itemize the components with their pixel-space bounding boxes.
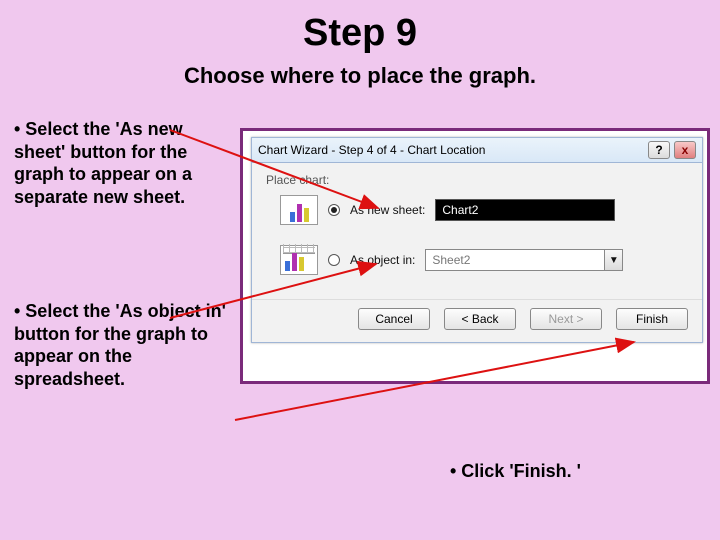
dialog-titlebar: Chart Wizard - Step 4 of 4 - Chart Locat… xyxy=(252,138,702,163)
chart-icon xyxy=(280,195,318,225)
back-button[interactable]: < Back xyxy=(444,308,516,330)
section-label: Place chart: xyxy=(266,173,688,187)
screenshot-frame: Chart Wizard - Step 4 of 4 - Chart Locat… xyxy=(240,128,710,384)
sheet-icon xyxy=(280,245,318,275)
instruction-finish: • Click 'Finish. ' xyxy=(450,460,581,483)
dialog-footer: Cancel < Back Next > Finish xyxy=(252,299,702,342)
cancel-button[interactable]: Cancel xyxy=(358,308,430,330)
instruction-object-in: • Select the 'As object in' button for t… xyxy=(14,300,244,390)
finish-button[interactable]: Finish xyxy=(616,308,688,330)
dialog-body: Place chart: As new sheet: As object in xyxy=(252,163,702,299)
help-icon[interactable]: ? xyxy=(648,141,670,159)
option-row-object-in: As object in: Sheet2 ▼ xyxy=(280,245,688,275)
slide-subtitle: Choose where to place the graph. xyxy=(0,63,720,89)
chevron-down-icon: ▼ xyxy=(604,250,622,270)
next-button: Next > xyxy=(530,308,602,330)
radio-object-in-label: As object in: xyxy=(350,253,415,267)
object-in-select[interactable]: Sheet2 ▼ xyxy=(425,249,623,271)
chart-wizard-dialog: Chart Wizard - Step 4 of 4 - Chart Locat… xyxy=(251,137,703,343)
radio-new-sheet-label: As new sheet: xyxy=(350,203,425,217)
option-row-new-sheet: As new sheet: xyxy=(280,195,688,225)
instruction-new-sheet: • Select the 'As new sheet' button for t… xyxy=(14,118,224,208)
radio-new-sheet[interactable] xyxy=(328,204,340,216)
object-in-value: Sheet2 xyxy=(426,251,604,269)
close-icon[interactable]: x xyxy=(674,141,696,159)
radio-object-in[interactable] xyxy=(328,254,340,266)
new-sheet-name-input[interactable] xyxy=(435,199,615,221)
slide-title: Step 9 xyxy=(0,0,720,55)
dialog-title: Chart Wizard - Step 4 of 4 - Chart Locat… xyxy=(258,143,485,157)
